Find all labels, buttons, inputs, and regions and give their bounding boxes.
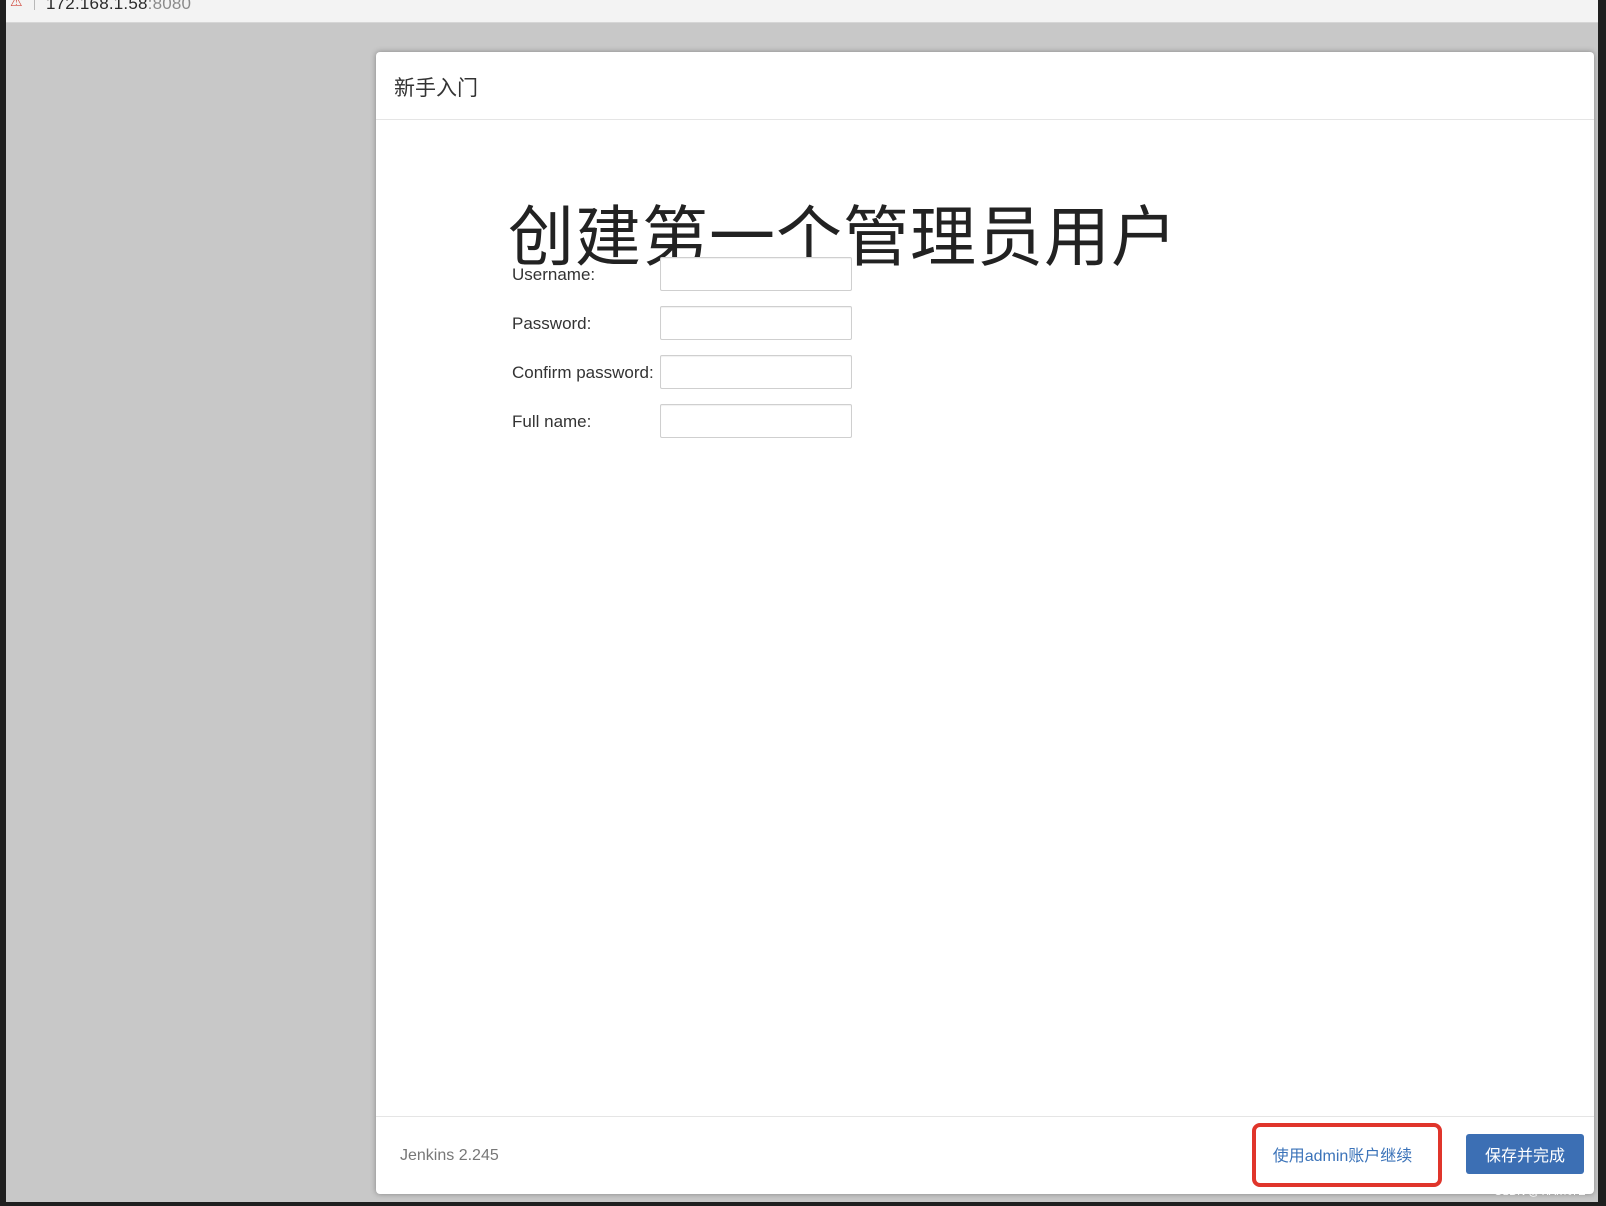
browser-window: ⚠ 172.168.1.58:8080 新手入门 创建第一个管理员用户 User… (6, 0, 1598, 1202)
setup-dialog: 新手入门 创建第一个管理员用户 Username: Password: Conf… (376, 52, 1594, 1194)
password-input[interactable] (660, 306, 852, 340)
dialog-title: 新手入门 (394, 77, 478, 100)
username-label: Username: (512, 265, 596, 284)
continue-as-admin-link[interactable]: 使用admin账户继续 (1264, 1139, 1421, 1175)
dialog-header: 新手入门 (376, 52, 1594, 120)
confirm-password-input[interactable] (660, 355, 852, 389)
address-port: :8080 (147, 0, 192, 13)
address-bar[interactable]: ⚠ 172.168.1.58:8080 (6, 0, 1598, 23)
full-name-input[interactable] (660, 404, 852, 438)
password-row: Password: (512, 306, 872, 344)
address-host: 172.168.1.58 (46, 0, 148, 13)
username-input[interactable] (660, 257, 852, 291)
username-row: Username: (512, 257, 872, 295)
watermark: CSDN @YiAn%7E (1494, 1186, 1586, 1198)
full-name-label: Full name: (512, 412, 592, 431)
confirm-password-label: Confirm password: (512, 363, 654, 382)
full-name-row: Full name: (512, 404, 872, 442)
version-label: Jenkins 2.245 (400, 1147, 499, 1164)
address-url[interactable]: 172.168.1.58:8080 (46, 0, 191, 14)
password-label: Password: (512, 314, 592, 333)
confirm-password-row: Confirm password: (512, 355, 872, 393)
dialog-footer: Jenkins 2.245 使用admin账户继续 保存并完成 (376, 1116, 1594, 1195)
address-separator (34, 0, 35, 10)
security-warning-icon[interactable]: ⚠ (10, 0, 23, 9)
save-and-finish-button[interactable]: 保存并完成 (1466, 1134, 1584, 1174)
